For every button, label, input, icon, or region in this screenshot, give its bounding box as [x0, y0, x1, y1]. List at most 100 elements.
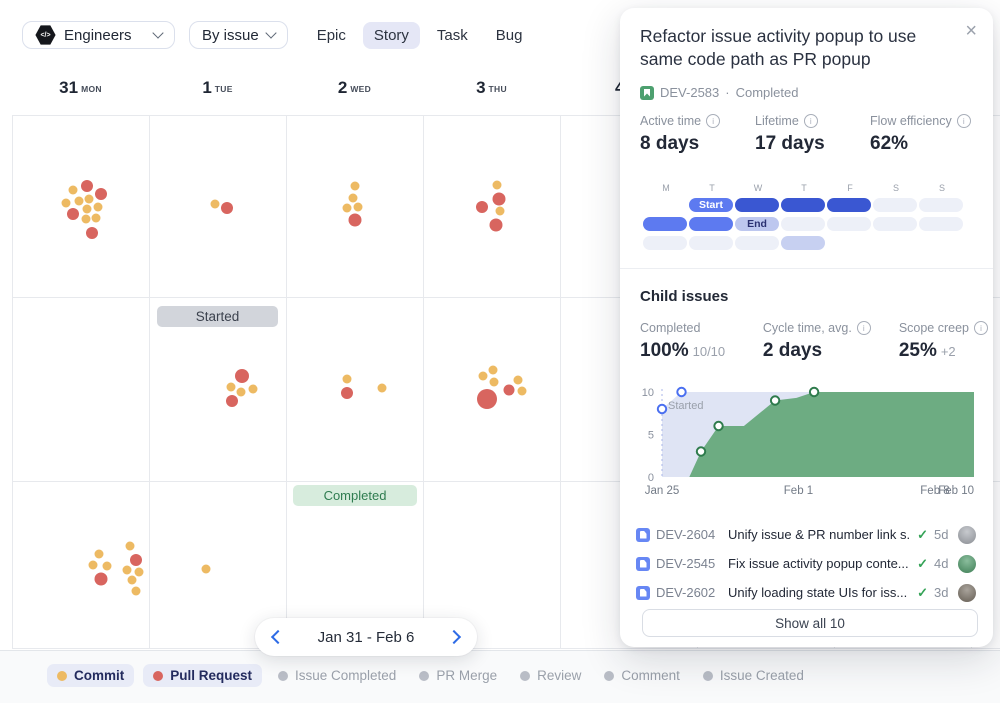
stat-scope-creep: Scope creepi25%+2	[899, 321, 988, 362]
child-issue-row[interactable]: DEV-2602Unify loading state UIs for iss.…	[636, 578, 976, 607]
pr-dot[interactable]	[221, 202, 233, 214]
prev-week-button[interactable]	[270, 629, 286, 645]
pr-dot[interactable]	[95, 573, 108, 586]
commit-dot[interactable]	[249, 385, 258, 394]
toolbar: </> Engineers By issue EpicStoryTaskBug	[22, 20, 533, 50]
pr-dot[interactable]	[476, 201, 488, 213]
pr-dot[interactable]	[490, 219, 503, 232]
svg-text:Jan 25: Jan 25	[645, 485, 680, 497]
child-issue-key: DEV-2604	[656, 527, 722, 542]
info-icon[interactable]: i	[804, 114, 818, 128]
info-icon[interactable]: i	[706, 114, 720, 128]
child-issues-stats: Completed100%10/10Cycle time, avg.i2 day…	[640, 321, 988, 362]
commit-dot[interactable]	[94, 203, 103, 212]
commit-dot[interactable]	[227, 383, 236, 392]
pr-dot[interactable]	[341, 387, 353, 399]
pr-dot[interactable]	[130, 554, 142, 566]
legend-issue-completed[interactable]: Issue Completed	[271, 664, 403, 687]
commit-dot[interactable]	[349, 194, 358, 203]
commit-dot[interactable]	[75, 197, 84, 206]
pr-dot[interactable]	[86, 227, 98, 239]
commit-dot[interactable]	[128, 576, 137, 585]
commit-dot[interactable]	[85, 195, 94, 204]
commit-dot[interactable]	[489, 366, 498, 375]
show-all-button[interactable]: Show all 10	[642, 609, 978, 637]
tab-task[interactable]: Task	[426, 22, 479, 49]
gantt-cell-start: Start	[689, 198, 735, 212]
gantt-day-label: F	[827, 183, 873, 193]
info-icon[interactable]: i	[857, 321, 871, 335]
commit-dot[interactable]	[490, 378, 499, 387]
pr-dot[interactable]	[349, 214, 362, 227]
commit-dot[interactable]	[343, 375, 352, 384]
gantt-cell-mid	[689, 217, 735, 231]
commit-dot[interactable]	[378, 384, 387, 393]
next-week-button[interactable]	[446, 629, 462, 645]
commit-dot[interactable]	[126, 542, 135, 551]
pr-dot[interactable]	[67, 208, 79, 220]
legend-commit[interactable]: Commit	[47, 664, 134, 687]
commit-dot[interactable]	[351, 182, 360, 191]
child-issue-row[interactable]: DEV-2545Fix issue activity popup conte..…	[636, 549, 976, 578]
group-by-dropdown[interactable]: By issue	[189, 21, 288, 49]
legend-pr-merge[interactable]: PR Merge	[412, 664, 504, 687]
issue-type-icon	[636, 557, 650, 571]
gantt-cell-none	[919, 236, 965, 250]
commit-dot[interactable]	[62, 199, 71, 208]
commit-dot[interactable]	[211, 200, 220, 209]
info-icon[interactable]: i	[957, 114, 971, 128]
commit-dot[interactable]	[95, 550, 104, 559]
stat-active-time: Active timei8 days	[640, 114, 755, 155]
commit-dot[interactable]	[103, 562, 112, 571]
gantt-cell-light	[873, 217, 919, 231]
tab-story[interactable]: Story	[363, 22, 420, 49]
commit-dot[interactable]	[493, 181, 502, 190]
commit-dot[interactable]	[82, 215, 91, 224]
pr-dot[interactable]	[226, 395, 238, 407]
commit-dot[interactable]	[69, 186, 78, 195]
stat-completed: Completed100%10/10	[640, 321, 763, 362]
commit-dot[interactable]	[496, 207, 505, 216]
team-selector-dropdown[interactable]: </> Engineers	[22, 21, 175, 49]
pr-dot[interactable]	[81, 180, 93, 192]
child-issue-title: Unify issue & PR number link s...	[728, 527, 911, 542]
child-issues-heading: Child issues	[640, 288, 728, 305]
commit-dot[interactable]	[83, 205, 92, 214]
legend-review[interactable]: Review	[513, 664, 588, 687]
tab-bug[interactable]: Bug	[485, 22, 534, 49]
commit-dot[interactable]	[518, 387, 527, 396]
legend-dot-icon	[153, 671, 163, 681]
commit-dot[interactable]	[123, 566, 132, 575]
pr-dot[interactable]	[235, 369, 249, 383]
child-issue-row[interactable]: DEV-2604 Unify issue & PR number link s..…	[636, 520, 976, 549]
commit-dot[interactable]	[343, 204, 352, 213]
commit-dot[interactable]	[354, 203, 363, 212]
close-icon[interactable]: ×	[965, 20, 977, 43]
commit-dot[interactable]	[237, 388, 246, 397]
group-by-label: By issue	[202, 27, 259, 44]
legend-comment[interactable]: Comment	[597, 664, 687, 687]
pr-dot[interactable]	[477, 389, 497, 409]
commit-dot[interactable]	[132, 587, 141, 596]
tab-epic[interactable]: Epic	[306, 22, 357, 49]
legend-pull-request[interactable]: Pull Request	[143, 664, 262, 687]
commit-dot[interactable]	[89, 561, 98, 570]
check-icon: ✓	[917, 585, 928, 601]
info-icon[interactable]: i	[974, 321, 988, 335]
pr-dot[interactable]	[504, 385, 515, 396]
popup-divider	[620, 268, 993, 269]
commit-dot[interactable]	[202, 565, 211, 574]
legend-issue-created[interactable]: Issue Created	[696, 664, 811, 687]
gantt-day-label: S	[873, 183, 919, 193]
commit-dot[interactable]	[479, 372, 488, 381]
doc-glyph	[640, 589, 647, 597]
issue-type-icon	[636, 586, 650, 600]
pr-dot[interactable]	[493, 193, 506, 206]
commit-dot[interactable]	[514, 376, 523, 385]
pr-dot[interactable]	[95, 188, 107, 200]
commit-dot[interactable]	[92, 214, 101, 223]
check-icon: ✓	[917, 556, 928, 572]
svg-text:Feb 1: Feb 1	[784, 485, 813, 497]
commit-dot[interactable]	[135, 568, 144, 577]
gantt-cell-mlight	[781, 236, 827, 250]
